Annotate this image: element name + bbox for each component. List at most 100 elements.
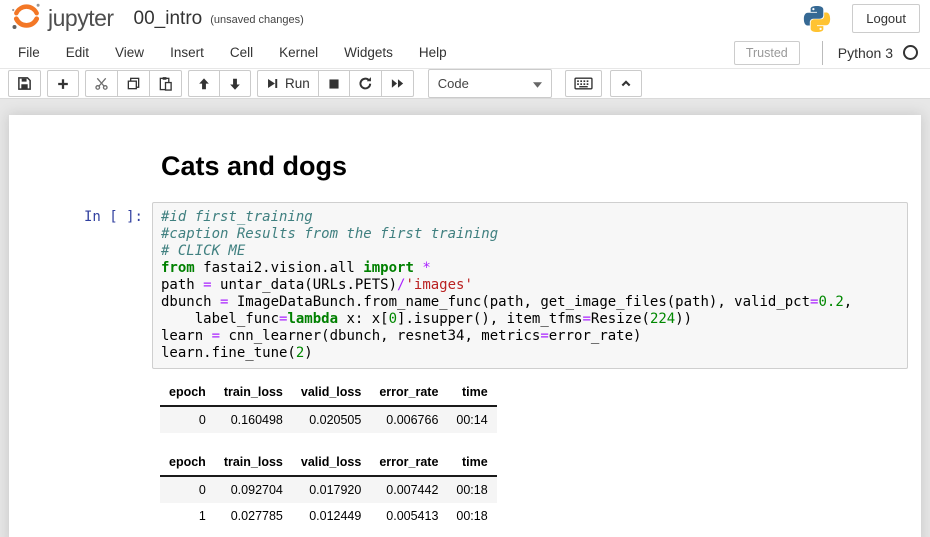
save-button[interactable]	[8, 70, 41, 97]
kernel-divider	[822, 41, 823, 65]
table-cell: 00:14	[447, 406, 496, 433]
menu-item-file[interactable]: File	[5, 37, 53, 68]
header-right: Logout	[802, 4, 920, 34]
menu-item-kernel[interactable]: Kernel	[266, 37, 331, 68]
column-header: train_loss	[215, 449, 292, 476]
table-cell: 0.005413	[370, 503, 447, 529]
code-input[interactable]: #id first_training#caption Results from …	[152, 202, 908, 369]
autosave-status: (unsaved changes)	[210, 14, 304, 26]
table-cell: 1	[160, 503, 215, 529]
column-header: time	[447, 379, 496, 406]
copy-icon	[126, 76, 141, 91]
menu-item-help[interactable]: Help	[406, 37, 460, 68]
column-header: valid_loss	[292, 379, 370, 406]
menubar: FileEditViewInsertCellKernelWidgetsHelp …	[0, 37, 930, 69]
table-row: 10.0277850.0124490.00541300:18	[160, 503, 497, 529]
menu-item-insert[interactable]: Insert	[157, 37, 217, 68]
header: jupyter 00_intro (unsaved changes) Logou…	[0, 0, 930, 37]
code-line: dbunch = ImageDataBunch.from_name_func(p…	[161, 294, 899, 311]
insert-cell-button[interactable]	[47, 70, 79, 97]
table-cell: 00:18	[447, 503, 496, 529]
jupyter-logo-text: jupyter	[48, 5, 114, 32]
step-forward-icon	[266, 77, 279, 90]
logout-button[interactable]: Logout	[852, 4, 920, 33]
table-cell: 0.092704	[215, 476, 292, 503]
command-palette-button[interactable]	[565, 70, 602, 97]
table-cell: 0.017920	[292, 476, 370, 503]
code-lines: #id first_training#caption Results from …	[161, 209, 899, 362]
trusted-badge[interactable]: Trusted	[734, 41, 800, 65]
jupyter-logo[interactable]: jupyter	[10, 0, 114, 37]
table-row: 00.1604980.0205050.00676600:14	[160, 406, 497, 433]
column-header: error_rate	[370, 379, 447, 406]
kernel-name: Python 3	[838, 45, 893, 61]
output-area: epochtrain_lossvalid_losserror_ratetime0…	[160, 379, 908, 529]
copy-button[interactable]	[117, 70, 149, 97]
column-header: valid_loss	[292, 449, 370, 476]
table-cell: 0.027785	[215, 503, 292, 529]
code-line: learn = cnn_learner(dbunch, resnet34, me…	[161, 328, 899, 345]
restart-kernel-button[interactable]	[349, 70, 381, 97]
restart-run-all-button[interactable]	[381, 70, 414, 97]
cell-type-select[interactable]: Code	[428, 69, 552, 98]
interrupt-kernel-button[interactable]	[318, 70, 349, 97]
training-table: epochtrain_lossvalid_losserror_ratetime0…	[160, 449, 497, 529]
table-header-row: epochtrain_lossvalid_losserror_ratetime	[160, 449, 497, 476]
menu-item-widgets[interactable]: Widgets	[331, 37, 406, 68]
markdown-cell-prompt	[9, 139, 152, 146]
arrow-up-icon	[197, 77, 211, 91]
column-header: epoch	[160, 379, 215, 406]
run-button[interactable]: Run	[257, 70, 318, 97]
code-line: from fastai2.vision.all import *	[161, 260, 899, 277]
toggle-header-button[interactable]	[610, 70, 642, 97]
scissors-icon	[94, 76, 109, 91]
jupyter-notebook-app: jupyter 00_intro (unsaved changes) Logou…	[0, 0, 930, 537]
page-title: Cats and dogs	[152, 151, 908, 182]
run-group: Run	[257, 70, 414, 97]
code-line: # CLICK ME	[161, 243, 899, 260]
edit-group	[85, 70, 182, 97]
paste-icon	[158, 76, 173, 91]
kernel-idle-icon	[903, 45, 918, 60]
menu-item-cell[interactable]: Cell	[217, 37, 266, 68]
table-cell: 00:18	[447, 476, 496, 503]
code-line: learn.fine_tune(2)	[161, 345, 899, 362]
column-header: epoch	[160, 449, 215, 476]
code-line: #id first_training	[161, 209, 899, 226]
notebook-title[interactable]: 00_intro	[134, 8, 203, 30]
jupyter-logo-icon	[10, 0, 43, 37]
move-group	[188, 70, 251, 97]
table-cell: 0.006766	[370, 406, 447, 433]
code-cell-prompt: In [ ]:	[9, 202, 152, 225]
toolbar: Run Code	[0, 69, 930, 98]
cell-type-value: Code	[438, 76, 469, 91]
table-cell: 0	[160, 476, 215, 503]
column-header: error_rate	[370, 449, 447, 476]
table-cell: 0.007442	[370, 476, 447, 503]
menubar-right: Trusted Python 3	[734, 41, 918, 65]
code-line: #caption Results from the first training	[161, 226, 899, 243]
table-cell: 0.160498	[215, 406, 292, 433]
refresh-icon	[358, 76, 373, 91]
move-cell-up-button[interactable]	[188, 70, 219, 97]
menu-item-edit[interactable]: Edit	[53, 37, 102, 68]
table-cell: 0	[160, 406, 215, 433]
menu-item-view[interactable]: View	[102, 37, 157, 68]
chevron-down-icon	[533, 76, 542, 91]
table-cell: 0.020505	[292, 406, 370, 433]
fast-forward-icon	[390, 76, 405, 91]
paste-button[interactable]	[149, 70, 182, 97]
code-cell: In [ ]: #id first_training#caption Resul…	[9, 202, 921, 369]
cut-button[interactable]	[85, 70, 117, 97]
column-header: time	[447, 449, 496, 476]
markdown-cell[interactable]: Cats and dogs	[9, 139, 921, 202]
stop-icon	[327, 77, 341, 91]
code-line: label_func=lambda x: x[0].isupper(), ite…	[161, 311, 899, 328]
menu-items: FileEditViewInsertCellKernelWidgetsHelp	[5, 37, 460, 68]
notebook-site: Cats and dogs In [ ]: #id first_training…	[0, 98, 930, 537]
keyboard-icon	[574, 77, 593, 90]
notebook-container: Cats and dogs In [ ]: #id first_training…	[9, 115, 921, 537]
save-icon	[17, 76, 32, 91]
training-table: epochtrain_lossvalid_losserror_ratetime0…	[160, 379, 497, 433]
move-cell-down-button[interactable]	[219, 70, 251, 97]
